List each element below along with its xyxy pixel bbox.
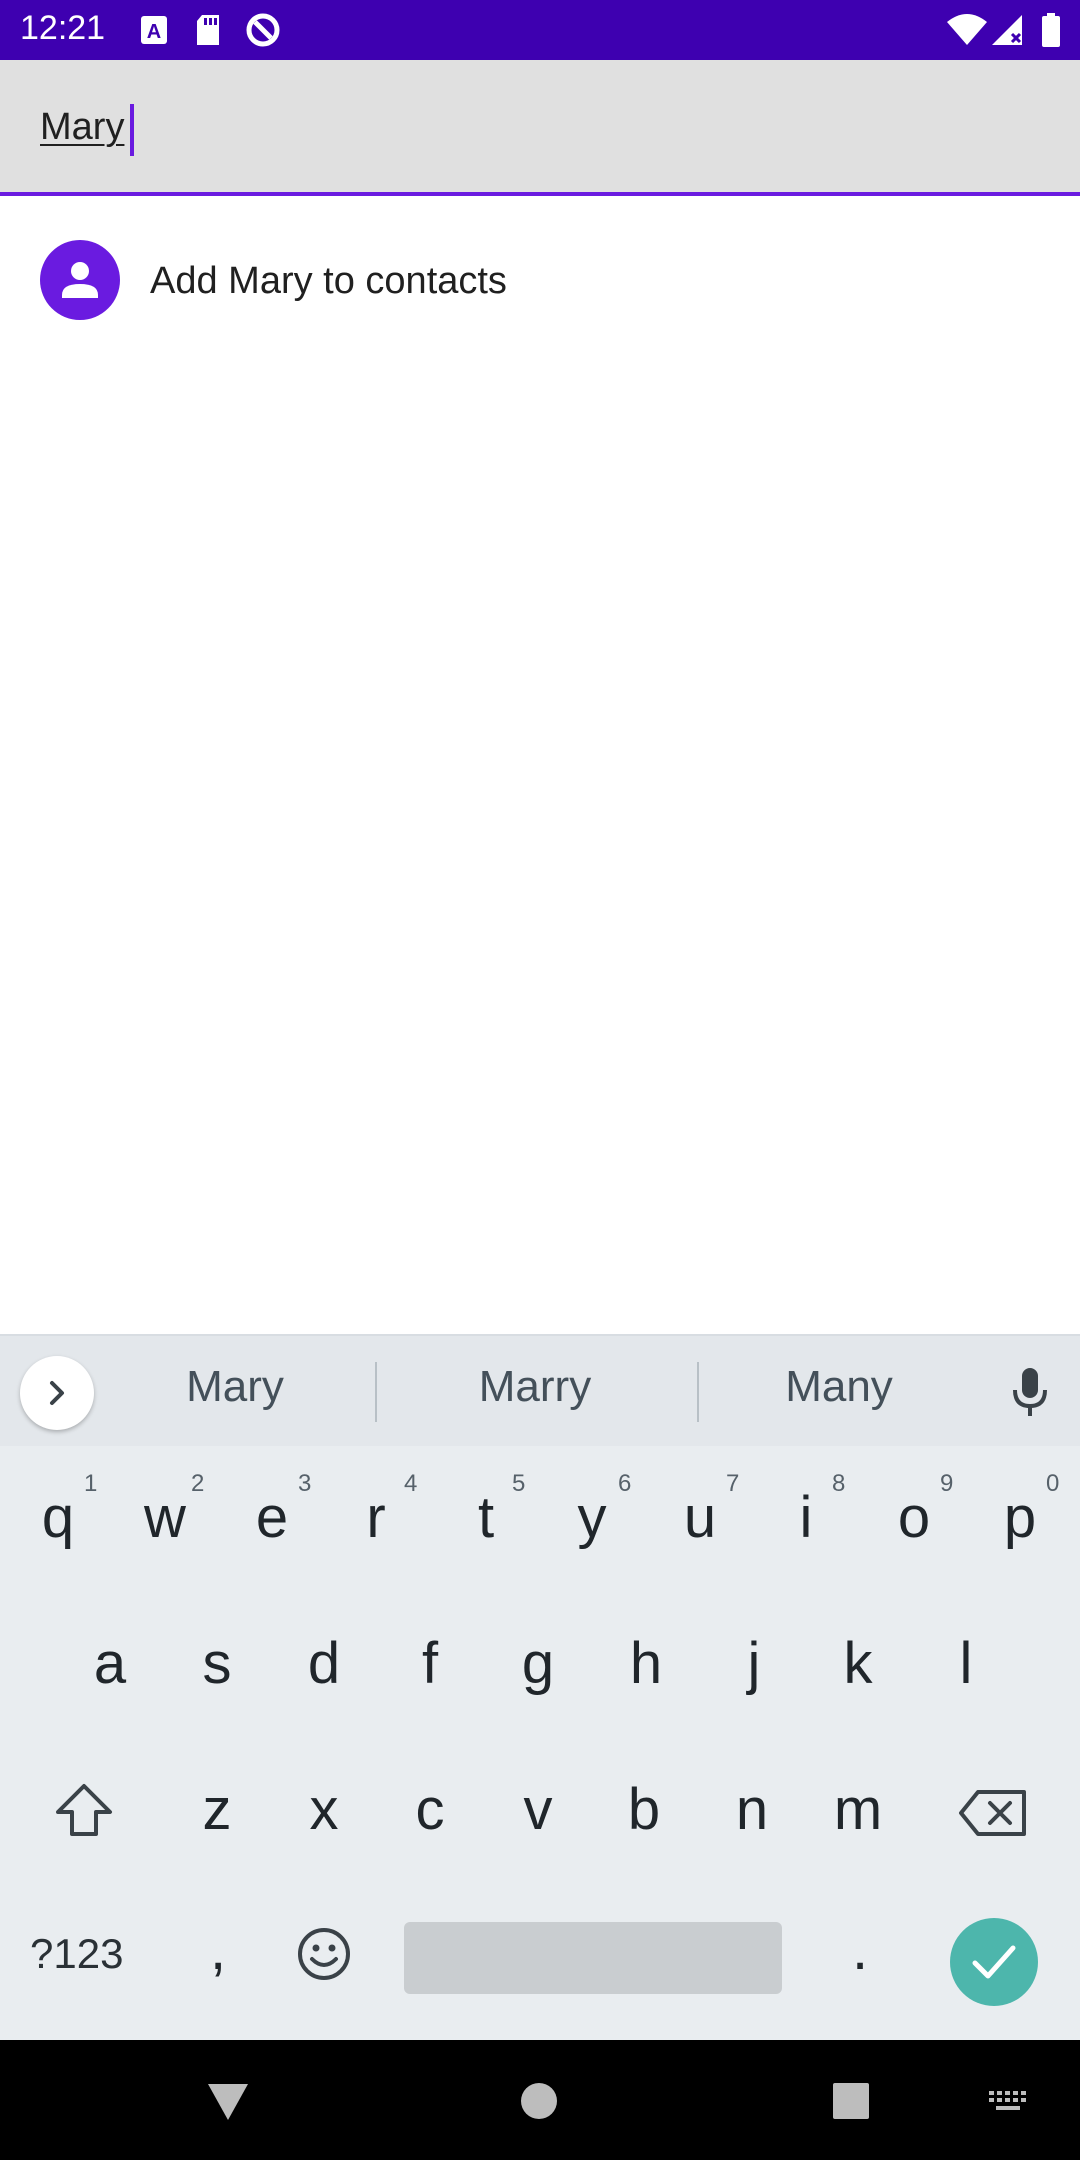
key-m[interactable]: m: [808, 1776, 908, 1843]
key-j[interactable]: j: [704, 1630, 804, 1697]
space-bar[interactable]: [404, 1922, 782, 1994]
symbols-key[interactable]: ?123: [30, 1930, 123, 1978]
battery-icon: [1040, 12, 1062, 48]
cell-signal-icon: [990, 12, 1026, 48]
key-a[interactable]: a: [60, 1630, 160, 1697]
shift-icon[interactable]: [52, 1780, 116, 1845]
status-bar: 12:21 A: [0, 0, 1080, 60]
add-contact-row[interactable]: Add Mary to contacts: [0, 220, 1080, 344]
add-contact-label: Add Mary to contacts: [150, 260, 507, 302]
search-bar[interactable]: Mary: [0, 60, 1080, 196]
microphone-icon[interactable]: [1010, 1366, 1050, 1423]
enter-button[interactable]: [950, 1918, 1038, 2006]
key-k[interactable]: k: [808, 1630, 908, 1697]
key-r-hint: 4: [404, 1470, 418, 1497]
key-n[interactable]: n: [702, 1776, 802, 1843]
navigation-bar: [0, 2040, 1080, 2160]
key-e-hint: 3: [298, 1470, 312, 1497]
wifi-icon: [946, 12, 988, 48]
emoji-icon[interactable]: [296, 1926, 352, 1987]
person-icon: [40, 240, 120, 320]
sd-card-icon: [194, 12, 222, 48]
key-u-hint: 7: [726, 1470, 740, 1497]
search-input[interactable]: Mary: [40, 106, 124, 149]
key-o-hint: 9: [940, 1470, 954, 1497]
suggestion-3[interactable]: Many: [754, 1362, 924, 1412]
key-y-hint: 6: [618, 1470, 632, 1497]
key-h[interactable]: h: [596, 1630, 696, 1697]
key-i-hint: 8: [832, 1470, 846, 1497]
key-q-hint: 1: [84, 1470, 98, 1497]
key-b[interactable]: b: [594, 1776, 694, 1843]
key-period[interactable]: .: [810, 1916, 910, 1983]
key-s[interactable]: s: [167, 1630, 267, 1697]
data-saver-icon: [244, 12, 282, 48]
keyboard-switch-icon[interactable]: [988, 2090, 1028, 2121]
back-icon[interactable]: [206, 2082, 250, 2127]
key-z[interactable]: z: [167, 1776, 267, 1843]
key-g[interactable]: g: [488, 1630, 588, 1697]
suggestion-strip: Mary Marry Many: [0, 1336, 1080, 1446]
backspace-icon[interactable]: [958, 1788, 1028, 1843]
status-time: 12:21: [20, 9, 106, 47]
recents-icon[interactable]: [832, 2082, 870, 2125]
check-icon: [972, 1945, 1016, 1979]
key-t-hint: 5: [512, 1470, 526, 1497]
svg-text:A: A: [147, 21, 161, 43]
key-c[interactable]: c: [380, 1776, 480, 1843]
key-d[interactable]: d: [274, 1630, 374, 1697]
key-l[interactable]: l: [916, 1630, 1016, 1697]
text-cursor: [130, 104, 134, 156]
suggestion-divider: [375, 1362, 377, 1422]
suggestion-2[interactable]: Marry: [450, 1362, 620, 1412]
key-v[interactable]: v: [488, 1776, 588, 1843]
soft-keyboard: Mary Marry Many q 1 w 2 e 3 r 4 t 5 y 6 …: [0, 1334, 1080, 2040]
suggestion-divider: [697, 1362, 699, 1422]
expand-toolbar-button[interactable]: [20, 1356, 94, 1430]
key-comma[interactable]: ,: [168, 1916, 268, 1983]
font-a-icon: A: [140, 12, 168, 48]
key-w-hint: 2: [191, 1470, 205, 1497]
chevron-right-icon: [50, 1381, 64, 1405]
suggestion-1[interactable]: Mary: [150, 1362, 320, 1412]
key-x[interactable]: x: [274, 1776, 374, 1843]
key-p-hint: 0: [1046, 1470, 1060, 1497]
home-icon[interactable]: [520, 2082, 558, 2125]
key-f[interactable]: f: [380, 1630, 480, 1697]
